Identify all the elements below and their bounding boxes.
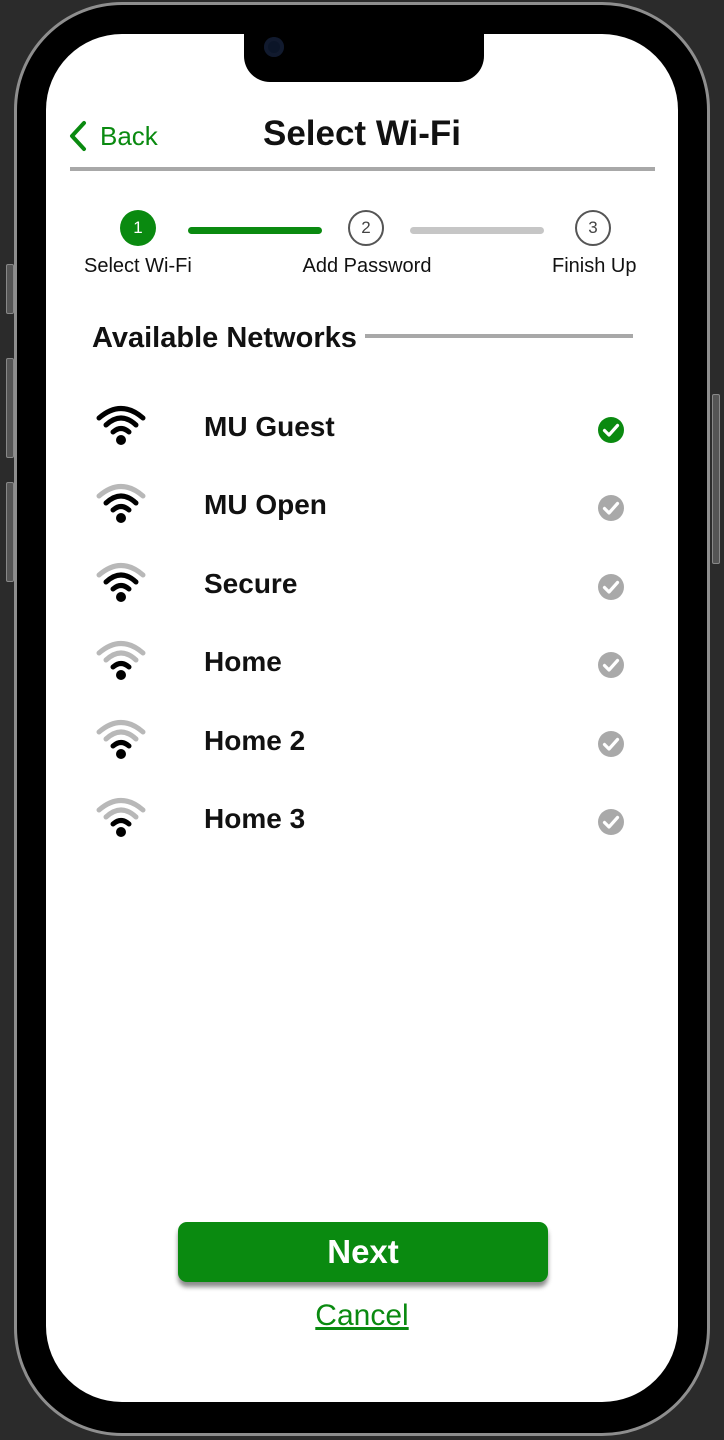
step-connector-2 [410, 227, 544, 234]
step-connector-1 [188, 227, 322, 234]
section-title: Available Networks [92, 322, 357, 354]
camera-icon [264, 37, 284, 57]
volume-up-button [6, 358, 14, 458]
screen: Back Select Wi-Fi 1 Select Wi-Fi 2 Add Pass… [46, 34, 678, 1402]
next-button[interactable]: Next [178, 1222, 548, 1282]
network-name: Home 2 [204, 724, 306, 756]
page-title: Select Wi-Fi [262, 114, 462, 153]
network-name: MU Guest [204, 411, 335, 442]
wifi-signal-icon [94, 481, 148, 525]
check-icon[interactable] [597, 730, 625, 758]
cancel-link[interactable]: Cancel [46, 1299, 678, 1333]
wifi-signal-icon [94, 638, 148, 682]
network-name: Home [204, 646, 282, 678]
check-icon[interactable] [597, 494, 625, 522]
network-row[interactable]: Home [46, 624, 678, 702]
step-3-label: Finish Up [552, 255, 637, 277]
network-row[interactable]: Secure [46, 546, 678, 624]
network-name: Home 3 [204, 802, 306, 834]
network-name: MU Open [204, 489, 327, 521]
check-icon[interactable] [597, 808, 625, 836]
wifi-signal-icon [94, 795, 148, 839]
wifi-signal-icon [94, 403, 148, 447]
step-2-label: Add Password [302, 255, 432, 277]
network-row[interactable]: MU Open [46, 467, 678, 545]
step-1-label: Select Wi-Fi [84, 255, 192, 277]
volume-down-button [6, 482, 14, 582]
power-button [712, 394, 720, 564]
network-row[interactable]: MU Guest [46, 389, 678, 467]
network-name: Secure [204, 567, 298, 599]
wifi-signal-icon [94, 560, 148, 604]
check-icon[interactable] [597, 573, 625, 601]
silent-switch [6, 264, 14, 314]
network-row[interactable]: Home 3 [46, 781, 678, 859]
section-divider [365, 334, 633, 338]
step-1-indicator: 1 [120, 210, 156, 246]
header-divider [70, 167, 655, 171]
notch [244, 34, 484, 82]
network-list: MU Guest MU Open Secure Home Home 2 Home 3 [46, 389, 678, 859]
selected-check-icon[interactable] [597, 416, 625, 444]
wifi-signal-icon [94, 717, 148, 761]
step-3-indicator: 3 [575, 210, 611, 246]
check-icon[interactable] [597, 651, 625, 679]
network-row[interactable]: Home 2 [46, 703, 678, 781]
step-2-indicator: 2 [348, 210, 384, 246]
